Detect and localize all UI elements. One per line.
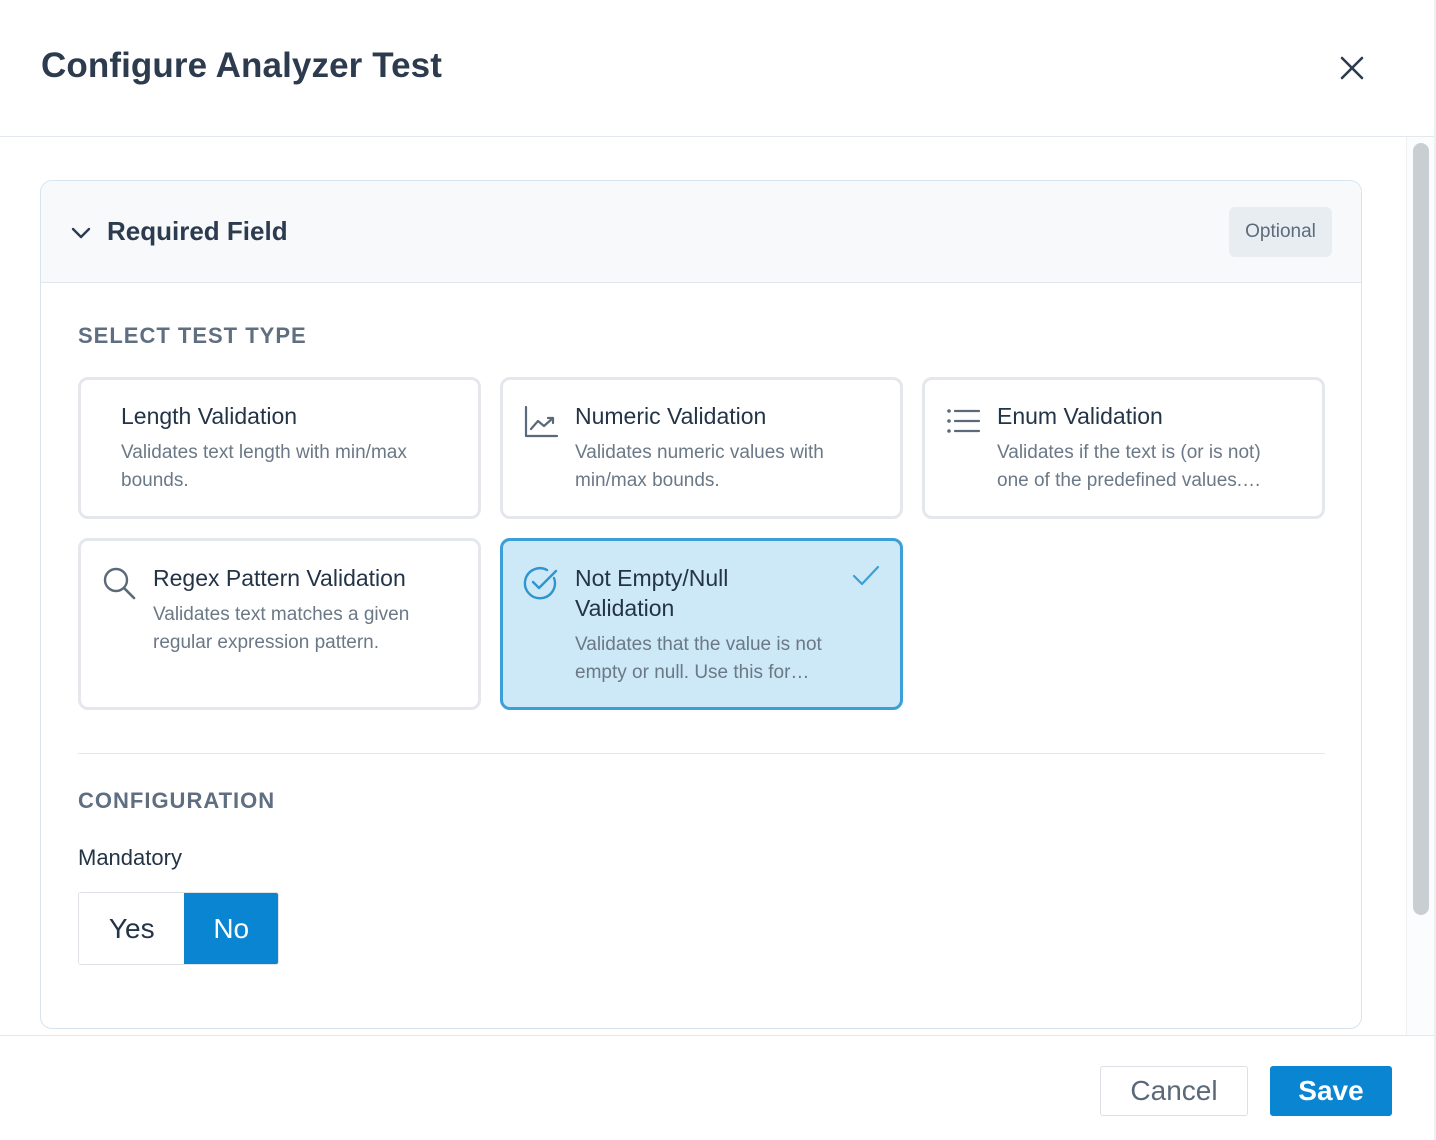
test-type-card-not-empty[interactable]: Not Empty/Null Validation Validates that… [500,538,903,710]
test-type-card-description: Validates that the value is not empty or… [575,634,822,683]
scrollbar[interactable] [1406,137,1434,1035]
test-type-card-numeric[interactable]: Numeric Validation Validates numeric val… [500,377,903,519]
chevron-down-icon[interactable] [69,221,93,245]
mandatory-toggle: Yes No [78,892,279,965]
dialog-footer: Cancel Save [0,1035,1434,1140]
list-icon [945,404,981,440]
test-type-card-enum[interactable]: Enum Validation Validates if the text is… [922,377,1325,519]
test-type-card-description: Validates text matches a given regular e… [153,604,410,653]
select-test-type-heading: SELECT TEST TYPE [78,323,307,348]
check-circle-icon [523,565,559,601]
configuration-heading: CONFIGURATION [78,788,276,813]
line-chart-icon [523,404,559,440]
close-icon[interactable] [1332,48,1372,88]
test-type-card-description: Validates if the text is (or is not) one… [997,442,1262,491]
mandatory-yes-option[interactable]: Yes [79,893,185,964]
cancel-button[interactable]: Cancel [1100,1066,1248,1116]
divider [78,753,1325,754]
checkmark-icon [851,561,881,591]
mandatory-no-option[interactable]: No [184,893,278,964]
dialog-title: Configure Analyzer Test [41,46,442,85]
test-type-card-title: Regex Pattern Validation [153,565,406,591]
test-type-card-title: Not Empty/Null Validation [575,565,729,621]
mandatory-label: Mandatory [78,845,182,870]
test-type-card-description: Validates text length with min/max bound… [121,442,407,491]
save-button[interactable]: Save [1270,1066,1392,1116]
section-title: Required Field [107,216,288,246]
search-icon [101,565,137,601]
test-type-card-length[interactable]: Length Validation Validates text length … [78,377,481,519]
test-type-card-description: Validates numeric values with min/max bo… [575,442,824,491]
dialog-header: Configure Analyzer Test [0,0,1436,137]
scrollbar-thumb[interactable] [1413,143,1429,915]
section-header[interactable]: Required Field Optional [41,181,1361,283]
required-field-section: Required Field Optional SELECT TEST TYPE… [40,180,1362,1029]
test-type-card-title: Enum Validation [997,403,1163,429]
test-type-card-title: Numeric Validation [575,403,767,429]
test-type-card-regex[interactable]: Regex Pattern Validation Validates text … [78,538,481,710]
dialog-body: Required Field Optional SELECT TEST TYPE… [0,137,1406,1035]
optional-badge: Optional [1229,207,1332,257]
test-type-card-title: Length Validation [121,403,298,429]
